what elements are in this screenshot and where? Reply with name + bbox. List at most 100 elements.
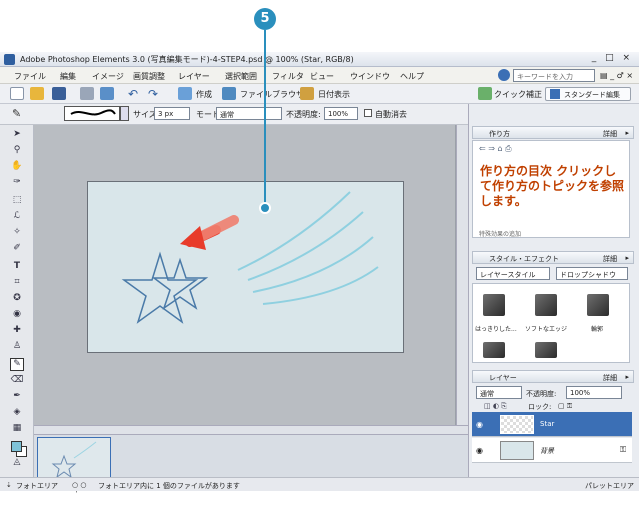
menu-help[interactable]: ヘルプ <box>400 71 424 82</box>
healing-brush-tool-icon[interactable]: ✚ <box>10 325 24 338</box>
quick-fix-icon[interactable] <box>478 87 492 100</box>
type-tool-icon[interactable]: T <box>10 261 24 274</box>
vertical-scrollbar[interactable] <box>456 125 468 425</box>
file-browser-label[interactable]: ファイルブラウザ <box>240 89 304 100</box>
search-input[interactable]: キーワードを入力 <box>513 69 595 82</box>
photo-bin-thumbnail[interactable] <box>37 437 111 481</box>
style-swatch-4[interactable] <box>483 342 505 358</box>
blur-tool-icon[interactable]: ◬ <box>10 457 24 470</box>
layer-visibility-icon[interactable]: ◉ <box>476 420 483 429</box>
layer-name-background[interactable]: 背景 <box>540 446 554 456</box>
auto-erase-checkbox[interactable] <box>364 109 372 117</box>
image-canvas[interactable] <box>87 181 404 353</box>
quick-fix-button[interactable]: クイック補正 <box>494 89 542 100</box>
layers-expand-icon[interactable]: ▸ <box>625 373 629 381</box>
eyedropper-tool-icon[interactable]: ✑ <box>10 177 24 190</box>
foreground-color-swatch[interactable] <box>11 441 22 452</box>
brush-stroke-preview <box>70 109 116 116</box>
undo-icon[interactable]: ↶ <box>128 87 142 101</box>
size-field[interactable]: 3 px <box>154 107 190 120</box>
file-browser-icon[interactable] <box>222 87 236 100</box>
palette-bin-label[interactable]: パレットエリア <box>585 481 634 491</box>
standard-edit-button[interactable]: スタンダード編集 <box>545 87 631 101</box>
opacity-field[interactable]: 100% <box>324 107 358 120</box>
red-eye-tool-icon[interactable]: ◉ <box>10 309 24 322</box>
eraser-tool-icon[interactable]: ⌫ <box>10 375 24 388</box>
date-view-icon[interactable] <box>300 87 314 100</box>
hand-tool-icon[interactable]: ✋ <box>10 161 24 174</box>
menu-select[interactable]: 選択範囲 <box>225 71 257 82</box>
brush-preview[interactable] <box>64 106 120 121</box>
window-controls[interactable]: _ □ × <box>592 53 633 63</box>
menu-image[interactable]: イメージ <box>92 71 124 82</box>
crop-tool-icon[interactable]: ⌗ <box>10 277 24 290</box>
layers-panel-header[interactable]: レイヤー 詳細 ▸ <box>472 370 634 383</box>
save-icon[interactable] <box>52 87 66 100</box>
horizontal-scrollbar[interactable] <box>34 425 468 434</box>
move-tool-icon[interactable]: ➤ <box>10 129 24 142</box>
menu-window[interactable]: ウインドウ <box>350 71 390 82</box>
style-swatch-2[interactable] <box>535 294 557 316</box>
style-swatch-3[interactable] <box>587 294 609 316</box>
gradient-tool-icon[interactable]: ▦ <box>10 423 24 436</box>
styles-panel-title: スタイル・エフェクト <box>489 255 559 263</box>
style-swatch-label-3: 輪郭 <box>591 326 604 333</box>
layer-name-star[interactable]: Star <box>540 420 554 428</box>
brush-tool-icon[interactable]: ✒ <box>10 391 24 404</box>
menu-right-controls[interactable]: ▤ _ ♂ × <box>600 71 633 80</box>
menu-layer[interactable]: レイヤー <box>178 71 210 82</box>
pencil-tool-button[interactable]: ✎ <box>10 358 24 371</box>
status-message: フォトエリア内に 1 個のファイルがあります <box>98 482 240 490</box>
howto-panel-header[interactable]: 作り方 詳細 ▸ <box>472 126 634 139</box>
lasso-tool-icon[interactable]: ℒ <box>10 211 24 224</box>
howto-next-item[interactable]: 特殊効果の追加 <box>479 229 521 238</box>
zoom-tool-icon[interactable]: ⚲ <box>10 145 24 158</box>
photo-bin-toggle-icon[interactable]: ⇣ <box>6 481 12 489</box>
photo-bin-label[interactable]: フォトエリア <box>16 481 58 491</box>
howto-expand-icon[interactable]: ▸ <box>625 129 629 137</box>
layer-visibility-icon[interactable]: ◉ <box>476 446 483 455</box>
style-swatch-5[interactable] <box>535 342 557 358</box>
styles-category-select[interactable]: レイヤースタイル <box>476 267 550 280</box>
howto-detail-button[interactable]: 詳細 <box>603 129 617 139</box>
howto-nav-icons[interactable]: ⇐ ⇒ ⌂ ⎙ <box>479 144 512 154</box>
menu-enhance[interactable]: 画質調整 <box>133 71 165 82</box>
marquee-tool-icon[interactable]: ⬚ <box>10 195 24 208</box>
bin-nav-icons[interactable]: ○ ○ <box>72 481 86 489</box>
print-icon[interactable] <box>80 87 94 100</box>
clone-stamp-tool-icon[interactable]: ♙ <box>10 341 24 354</box>
layers-detail-button[interactable]: 詳細 <box>603 373 617 383</box>
create-label[interactable]: 作成 <box>196 89 212 100</box>
standard-edit-label: スタンダード編集 <box>564 91 620 99</box>
layers-opacity-field[interactable]: 100% <box>566 386 622 399</box>
magic-wand-tool-icon[interactable]: ✧ <box>10 227 24 240</box>
style-swatch-1[interactable] <box>483 294 505 316</box>
standard-edit-icon <box>550 89 560 99</box>
layer-row-background[interactable]: ◉ 背景 ⚿ <box>472 438 632 463</box>
brush-dropdown[interactable] <box>120 106 129 121</box>
cookie-cutter-tool-icon[interactable]: ✪ <box>10 293 24 306</box>
menu-view[interactable]: ビュー <box>310 71 334 82</box>
menu-file[interactable]: ファイル <box>14 71 46 82</box>
styles-subcategory-select[interactable]: ドロップシャドウ <box>556 267 628 280</box>
paint-bucket-tool-icon[interactable]: ◈ <box>10 407 24 420</box>
styles-expand-icon[interactable]: ▸ <box>625 254 629 262</box>
layer-row-star[interactable]: ◉ Star <box>472 412 632 437</box>
selection-brush-tool-icon[interactable]: ✐ <box>10 243 24 256</box>
layers-blend-mode-select[interactable]: 通常 <box>476 386 522 399</box>
app-icon <box>4 54 15 65</box>
layers-toolbar-icons[interactable]: ◫ ◐ ⎘ <box>484 402 507 411</box>
online-services-icon[interactable] <box>100 87 114 100</box>
mode-select[interactable]: 通常 <box>216 107 282 120</box>
help-icon[interactable] <box>498 69 510 81</box>
layers-lock-icons[interactable]: ▢ ⚿ <box>558 402 572 411</box>
new-file-icon[interactable] <box>10 87 24 100</box>
styles-panel-header[interactable]: スタイル・エフェクト 詳細 ▸ <box>472 251 634 264</box>
menu-filter[interactable]: フィルタ <box>272 71 304 82</box>
redo-icon[interactable]: ↷ <box>148 87 162 101</box>
menu-edit[interactable]: 編集 <box>60 71 76 82</box>
create-icon[interactable] <box>178 87 192 100</box>
date-view-label[interactable]: 日付表示 <box>318 89 350 100</box>
open-folder-icon[interactable] <box>30 87 44 100</box>
styles-detail-button[interactable]: 詳細 <box>603 254 617 264</box>
